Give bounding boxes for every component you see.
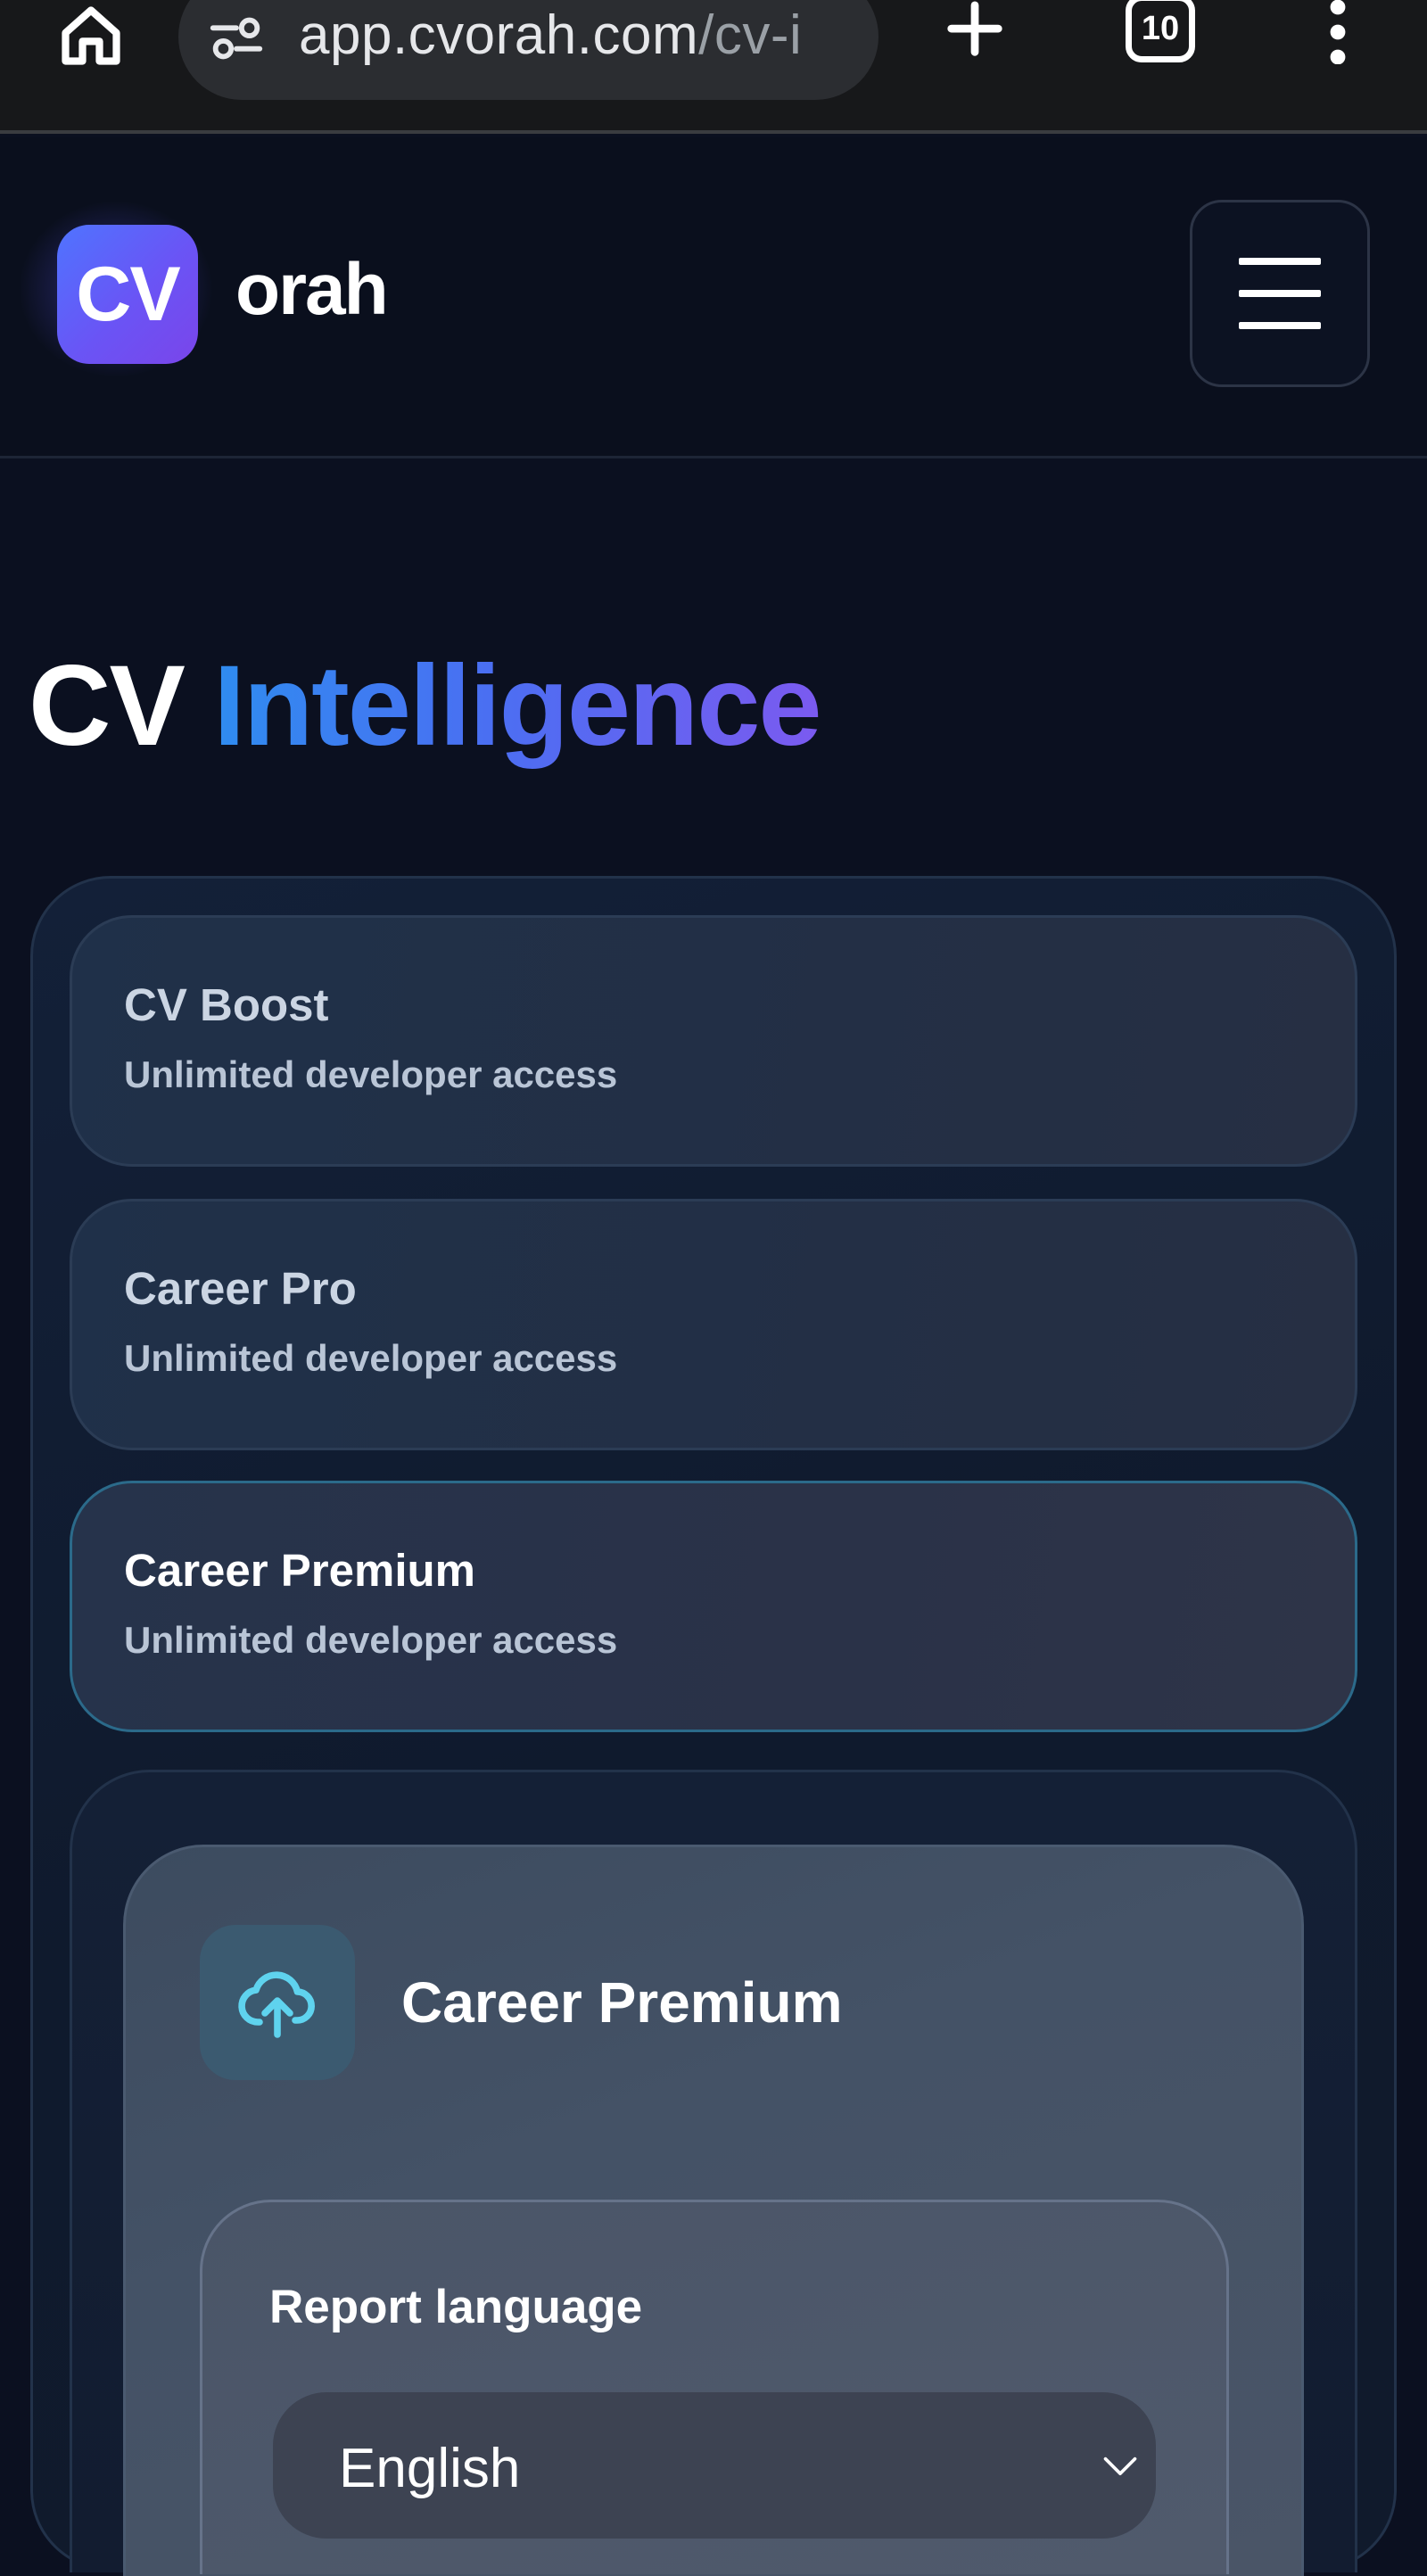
site-header: CV orah: [0, 137, 1427, 458]
logo-badge[interactable]: CV: [57, 225, 198, 364]
home-button[interactable]: [52, 0, 130, 71]
plan-name: Career Premium: [124, 1545, 476, 1596]
plan-option-career-pro[interactable]: Career Pro Unlimited developer access: [70, 1199, 1357, 1450]
url-path: /cv-i: [698, 4, 803, 66]
page-title-part2: Intelligence: [213, 642, 821, 770]
report-language-select[interactable]: English: [273, 2392, 1156, 2539]
upload-icon-box[interactable]: [200, 1925, 355, 2080]
new-tab-icon[interactable]: [941, 0, 1009, 62]
url-text: app.cvorah.com/cv-i: [299, 4, 870, 67]
address-bar[interactable]: app.cvorah.com/cv-i: [178, 0, 878, 100]
logo-badge-text: CV: [76, 251, 180, 337]
plan-name: Career Pro: [124, 1263, 357, 1314]
chevron-down-icon: [1103, 2456, 1137, 2475]
plan-subtitle: Unlimited developer access: [124, 1619, 618, 1661]
plan-option-cv-boost[interactable]: CV Boost Unlimited developer access: [70, 915, 1357, 1167]
hamburger-icon: [1239, 258, 1321, 329]
plan-subtitle: Unlimited developer access: [124, 1053, 618, 1095]
page-title-part1: CV: [29, 642, 186, 770]
cloud-upload-icon: [238, 1971, 315, 2038]
report-language-value: English: [339, 2438, 521, 2499]
plan-name: CV Boost: [124, 979, 329, 1030]
site-settings-icon[interactable]: [205, 7, 268, 70]
menu-button[interactable]: [1190, 200, 1370, 387]
more-vert-icon[interactable]: [1320, 0, 1356, 64]
plan-option-career-premium[interactable]: Career Premium Unlimited developer acces…: [70, 1481, 1357, 1732]
url-host: app.cvorah.com: [299, 4, 699, 66]
page-title: CV Intelligence: [29, 640, 822, 772]
tab-count: 10: [1141, 9, 1180, 47]
report-language-label: Report language: [269, 2281, 643, 2333]
browser-toolbar: app.cvorah.com/cv-i 10: [0, 0, 1427, 134]
plan-subtitle: Unlimited developer access: [124, 1337, 618, 1379]
logo-wordmark[interactable]: orah: [235, 248, 389, 332]
tab-switcher-button[interactable]: 10: [1126, 0, 1195, 62]
home-icon: [62, 6, 120, 65]
upload-title: Career Premium: [401, 1970, 843, 2035]
